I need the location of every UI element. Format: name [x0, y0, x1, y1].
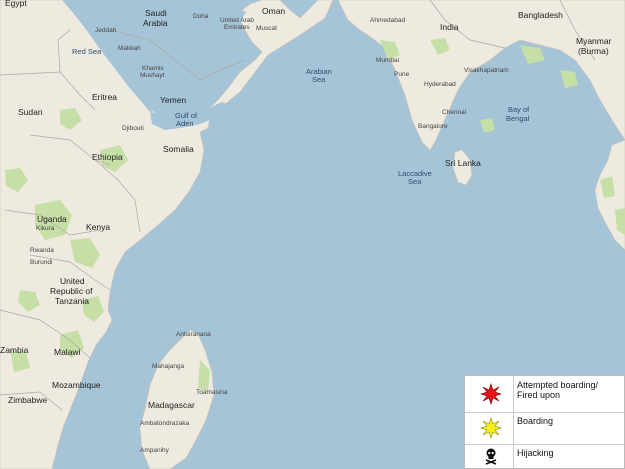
legend-row-boarding: Boarding [465, 412, 624, 445]
label-visakhapatnam: Visakhapatnam [464, 67, 509, 74]
red-starburst-icon [469, 376, 513, 412]
label-ahmedabad: Ahmedabad [370, 17, 405, 24]
label-khamis: Khamis Mushayt [140, 65, 165, 79]
legend-row-hijacking: Hijacking [465, 444, 624, 468]
label-ethiopia: Ethiopia [92, 152, 123, 162]
legend-row-attempted: Attempted boarding/ Fired upon [465, 376, 624, 413]
label-uae: United Arab Emirates [220, 17, 254, 31]
label-malawi: Malawi [54, 347, 81, 357]
label-sudan: Sudan [18, 107, 43, 117]
label-burundi: Burundi [30, 259, 52, 266]
label-myanmar: Myanmar (Burma) [576, 36, 612, 56]
label-eritrea: Eritrea [92, 92, 117, 102]
label-bangladesh: Bangladesh [518, 10, 563, 20]
label-kikura: Kikura [36, 225, 55, 232]
label-saudi-arabia: Saudi Arabia [143, 8, 168, 28]
label-rwanda: Rwanda [30, 247, 54, 254]
label-india: India [440, 22, 459, 32]
label-chennai: Chennai [442, 109, 466, 116]
label-kenya: Kenya [86, 222, 110, 232]
label-bay-of-bengal: Bay of Bengal [506, 105, 530, 123]
legend-label-hijacking: Hijacking [517, 448, 554, 458]
label-sri-lanka: Sri Lanka [445, 158, 481, 168]
label-yemen: Yemen [160, 95, 186, 105]
label-djibouti: Djibouti [122, 125, 144, 132]
label-mumbai: Mumbai [376, 57, 399, 64]
label-hyderabad: Hyderabad [424, 81, 456, 88]
label-zambia: Zambia [0, 345, 29, 355]
label-doha: Doha [193, 13, 209, 20]
label-somalia: Somalia [163, 144, 194, 154]
label-pune: Pune [394, 71, 410, 78]
skull-crossbones-icon [469, 444, 513, 468]
label-antsiranana: Antsiranana [176, 331, 211, 338]
label-mozambique: Mozambique [52, 380, 101, 390]
label-madagascar: Madagascar [148, 400, 195, 410]
label-oman: Oman [262, 6, 285, 16]
label-uganda: Uganda [37, 214, 67, 224]
label-ambatondrazaka: Ambatondrazaka [140, 420, 190, 427]
incident-legend: Attempted boarding/ Fired upon Boarding … [464, 375, 625, 469]
label-egypt: Egypt [5, 0, 27, 8]
label-ampanihy: Ampanihy [140, 447, 170, 454]
label-mahajanga: Mahajanga [152, 363, 185, 370]
label-muscat: Muscat [256, 25, 277, 32]
label-makkah: Makkah [118, 45, 141, 52]
label-bangalore: Bangalore [418, 123, 448, 130]
legend-label-attempted: Attempted boarding/ Fired upon [517, 380, 599, 400]
label-zimbabwe: Zimbabwe [8, 395, 47, 405]
legend-label-boarding: Boarding [517, 416, 554, 426]
label-toamasina: Toamasina [196, 389, 228, 396]
label-jeddah: Jeddah [95, 27, 117, 34]
label-red-sea: Red Sea [72, 47, 102, 56]
yellow-starburst-icon [469, 412, 513, 444]
